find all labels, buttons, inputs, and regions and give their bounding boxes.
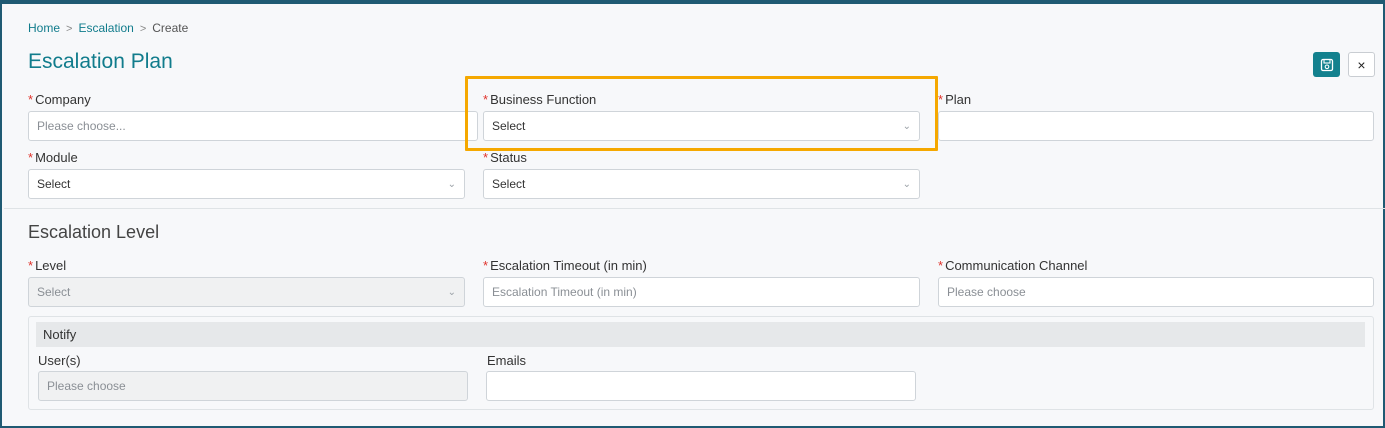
users-label: User(s) bbox=[38, 353, 81, 368]
breadcrumb-escalation-link[interactable]: Escalation bbox=[78, 21, 133, 35]
company-label: * Company bbox=[28, 92, 91, 107]
breadcrumb-separator: > bbox=[66, 23, 73, 35]
module-label: * Module bbox=[28, 150, 78, 165]
emails-label: Emails bbox=[487, 353, 527, 368]
close-button[interactable]: × bbox=[1348, 52, 1375, 77]
section-divider bbox=[4, 208, 1385, 209]
required-marker: * bbox=[483, 92, 489, 107]
breadcrumb: Home > Escalation > Create bbox=[28, 21, 188, 35]
breadcrumb-separator: > bbox=[139, 23, 147, 35]
module-select[interactable]: Select ⌄ bbox=[28, 169, 465, 199]
required-marker: * bbox=[28, 258, 34, 273]
required-marker: * bbox=[483, 150, 489, 165]
level-select[interactable]: Select ⌄ bbox=[28, 277, 465, 307]
escalation-timeout-input[interactable]: Escalation Timeout (in min) bbox=[483, 277, 920, 307]
chevron-down-icon: ⌄ bbox=[902, 120, 911, 132]
business-function-label: * Business Function bbox=[483, 92, 597, 107]
required-marker: * bbox=[28, 92, 34, 107]
app-frame: Home > Escalation > Create Escalation Plan ×… bbox=[0, 0, 1385, 428]
required-marker: * bbox=[483, 258, 489, 273]
required-marker: * bbox=[938, 92, 944, 107]
chevron-down-icon: ⌄ bbox=[447, 286, 456, 298]
close-icon: × bbox=[1357, 56, 1366, 73]
escalation-timeout-label: * Escalation Timeout (in min) bbox=[483, 258, 647, 273]
escalation-level-title: Escalation Level bbox=[28, 222, 160, 242]
plan-input[interactable] bbox=[938, 111, 1374, 141]
page-title: Escalation Plan bbox=[28, 50, 173, 73]
emails-input[interactable] bbox=[486, 371, 916, 401]
chevron-down-icon: ⌄ bbox=[447, 178, 456, 190]
chevron-down-icon: ⌄ bbox=[902, 178, 911, 190]
company-select[interactable]: Please choose... bbox=[28, 111, 478, 141]
required-marker: * bbox=[938, 258, 944, 273]
save-icon bbox=[1320, 58, 1333, 71]
status-select[interactable]: Select ⌄ bbox=[483, 169, 920, 199]
required-marker: * bbox=[28, 150, 34, 165]
business-function-select[interactable]: Select ⌄ bbox=[483, 111, 920, 141]
status-label: * Status bbox=[483, 150, 527, 165]
level-label: * Level bbox=[28, 258, 67, 273]
plan-label: * Plan bbox=[938, 92, 972, 107]
save-button[interactable] bbox=[1313, 52, 1340, 77]
breadcrumb-current: Create bbox=[152, 21, 189, 35]
communication-channel-label: * Communication Channel bbox=[938, 258, 1088, 273]
users-select[interactable]: Please choose bbox=[38, 371, 468, 401]
communication-channel-select[interactable]: Please choose bbox=[938, 277, 1374, 307]
breadcrumb-home-link[interactable]: Home bbox=[28, 21, 60, 35]
notify-header: Notify bbox=[36, 322, 1365, 347]
